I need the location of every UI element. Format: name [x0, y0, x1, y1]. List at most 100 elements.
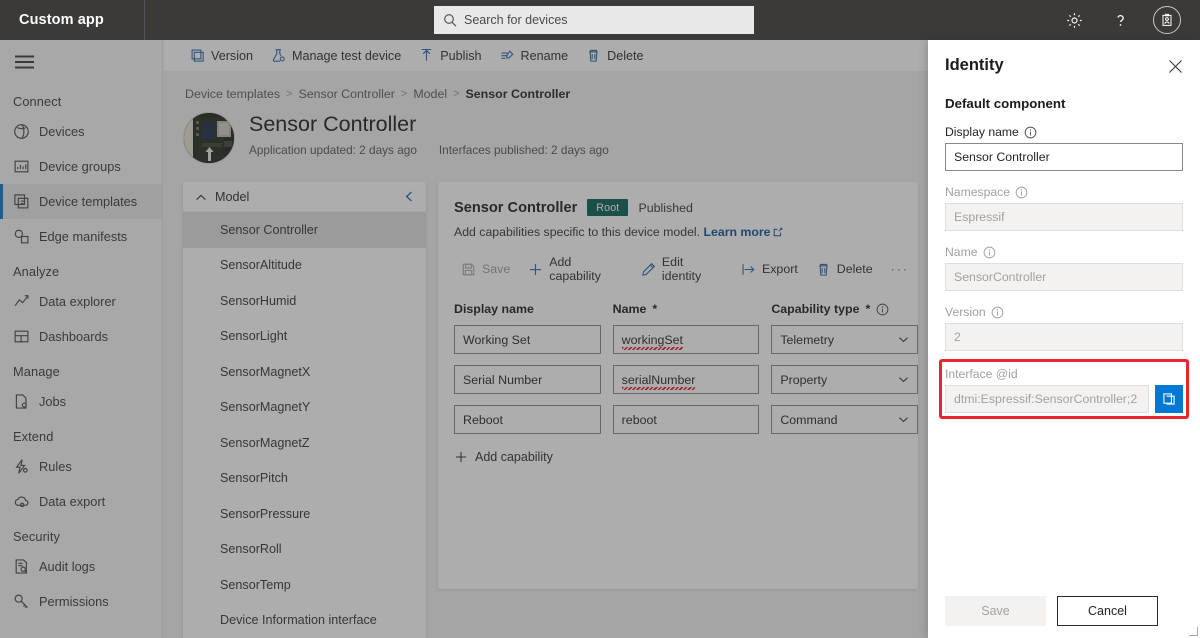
- hamburger-icon[interactable]: [0, 40, 48, 84]
- tree-item-device-information-interface[interactable]: Device Information interface: [183, 603, 426, 638]
- sidebar-item-edge-manifests[interactable]: Edge manifests: [0, 219, 162, 254]
- capability-type-select[interactable]: Property: [771, 365, 918, 394]
- info-circle-icon[interactable]: [983, 246, 996, 259]
- column-label: Name: [612, 302, 647, 316]
- info-circle-icon[interactable]: [1015, 186, 1028, 199]
- chevron-left-icon[interactable]: [403, 190, 416, 203]
- field-value: Command: [780, 412, 838, 427]
- edit-identity-button[interactable]: Edit identity: [632, 250, 732, 288]
- sidebar-item-jobs[interactable]: Jobs: [0, 384, 162, 419]
- sidebar-item-data-export[interactable]: Data export: [0, 484, 162, 519]
- info-circle-icon[interactable]: [1024, 126, 1037, 139]
- sidebar-item-devices[interactable]: Devices: [0, 114, 162, 149]
- sidebar-item-rules[interactable]: Rules: [0, 449, 162, 484]
- breadcrumb-item-device-templates[interactable]: Device templates: [185, 87, 280, 101]
- sidebar-item-label: Data explorer: [39, 294, 116, 309]
- chevron-down-icon: [898, 374, 909, 385]
- tree-item-sensorroll[interactable]: SensorRoll: [183, 532, 426, 568]
- copy-icon[interactable]: [1155, 385, 1183, 413]
- learn-more-link[interactable]: Learn more: [704, 225, 771, 239]
- tree-item-sensorpressure[interactable]: SensorPressure: [183, 496, 426, 532]
- question-mark-icon[interactable]: [1107, 7, 1133, 33]
- version-button[interactable]: Version: [181, 40, 262, 72]
- export-button[interactable]: Export: [732, 257, 807, 282]
- tree-item-label: SensorRoll: [220, 542, 282, 557]
- name-input[interactable]: reboot: [612, 405, 760, 434]
- tree-item-sensorlight[interactable]: SensorLight: [183, 319, 426, 355]
- save-button[interactable]: Save: [452, 257, 519, 282]
- sidebar-item-permissions[interactable]: Permissions: [0, 584, 162, 619]
- info-circle-icon[interactable]: [876, 303, 889, 316]
- close-icon[interactable]: [1168, 59, 1183, 74]
- capability-type-select[interactable]: Telemetry: [771, 325, 918, 354]
- gear-icon[interactable]: [1061, 7, 1087, 33]
- tree-item-sensortemp[interactable]: SensorTemp: [183, 567, 426, 603]
- data-explorer-icon: [13, 293, 30, 310]
- publish-button[interactable]: Publish: [410, 40, 490, 72]
- delete-button[interactable]: Delete: [577, 40, 652, 72]
- sidebar-item-audit-logs[interactable]: Audit logs: [0, 549, 162, 584]
- save-label: Save: [981, 604, 1010, 618]
- more-options-button[interactable]: ···: [882, 257, 918, 281]
- sidebar-item-label: Devices: [39, 124, 85, 139]
- tree-item-sensor-controller[interactable]: Sensor Controller: [183, 212, 426, 248]
- cancel-button[interactable]: Cancel: [1057, 596, 1158, 626]
- command-label: Export: [761, 262, 798, 276]
- rename-button[interactable]: Rename: [491, 40, 578, 72]
- display-name-input[interactable]: Working Set: [454, 325, 601, 354]
- sidebar-item-device-groups[interactable]: Device groups: [0, 149, 162, 184]
- tree-item-sensoraltitude[interactable]: SensorAltitude: [183, 248, 426, 284]
- sidebar-item-data-explorer[interactable]: Data explorer: [0, 284, 162, 319]
- name-input[interactable]: workingSet: [612, 325, 760, 354]
- delete-capability-button[interactable]: Delete: [807, 257, 882, 282]
- save-disk-icon: [461, 262, 476, 277]
- manage-test-device-button[interactable]: Manage test device: [262, 40, 410, 72]
- field-value: Espressif: [954, 210, 1005, 224]
- account-badge-icon[interactable]: [1153, 6, 1181, 34]
- capability-card: Sensor Controller Root Published Add cap…: [438, 182, 918, 589]
- permissions-key-icon: [13, 593, 30, 610]
- sidebar-item-device-templates[interactable]: Device templates: [0, 184, 162, 219]
- tree-item-sensorhumid[interactable]: SensorHumid: [183, 283, 426, 319]
- capability-type-select[interactable]: Command: [771, 405, 918, 434]
- tree-item-sensorpitch[interactable]: SensorPitch: [183, 461, 426, 497]
- display-name-input[interactable]: Reboot: [454, 405, 601, 434]
- resize-grip[interactable]: [1189, 627, 1198, 636]
- model-tree-header[interactable]: Model: [183, 182, 426, 212]
- learn-more-label: Learn more: [703, 225, 771, 239]
- command-label: Add capability: [549, 255, 601, 283]
- name-input[interactable]: serialNumber: [612, 365, 760, 394]
- tree-item-sensormagnetx[interactable]: SensorMagnetX: [183, 354, 426, 390]
- column-label: Capability type: [771, 302, 860, 316]
- namespace-input: Espressif: [945, 203, 1183, 231]
- sidebar-item-dashboards[interactable]: Dashboards: [0, 319, 162, 354]
- sidebar-item-label: Edge manifests: [39, 229, 128, 244]
- chevron-up-icon: [195, 191, 207, 203]
- name-input: SensorController: [945, 263, 1183, 291]
- version-input: 2: [945, 323, 1183, 351]
- cancel-label: Cancel: [1088, 604, 1127, 618]
- breadcrumb-item-sensor-controller[interactable]: Sensor Controller: [298, 87, 394, 101]
- display-name-input[interactable]: Serial Number: [454, 365, 601, 394]
- breadcrumb-item-model[interactable]: Model: [413, 87, 447, 101]
- tree-item-sensormagnety[interactable]: SensorMagnetY: [183, 390, 426, 426]
- device-groups-icon: [13, 158, 30, 175]
- dashboards-icon: [13, 328, 30, 345]
- info-circle-icon[interactable]: [991, 306, 1004, 319]
- interface-id-label: Interface @id: [945, 367, 1183, 381]
- topbar-divider: [143, 0, 145, 40]
- display-name-input[interactable]: Sensor Controller: [945, 143, 1183, 171]
- sidebar-item-label: Rules: [39, 459, 72, 474]
- edge-manifests-icon: [13, 228, 30, 245]
- published-status-text: Published: [638, 200, 693, 215]
- tree-item-sensormagnetz[interactable]: SensorMagnetZ: [183, 425, 426, 461]
- add-capability-link[interactable]: Add capability: [454, 450, 918, 464]
- search-input[interactable]: Search for devices: [434, 6, 754, 34]
- left-navigation: Connect Devices Device groups Device tem…: [0, 40, 163, 638]
- save-button[interactable]: Save: [945, 596, 1046, 626]
- add-capability-button[interactable]: Add capability: [519, 250, 632, 288]
- app-updated-meta: Application updated: 2 days ago: [249, 143, 417, 157]
- model-tree-panel: Model Sensor Controller SensorAltitude S…: [183, 182, 426, 638]
- jobs-icon: [13, 393, 30, 410]
- breadcrumb-separator: >: [453, 88, 460, 100]
